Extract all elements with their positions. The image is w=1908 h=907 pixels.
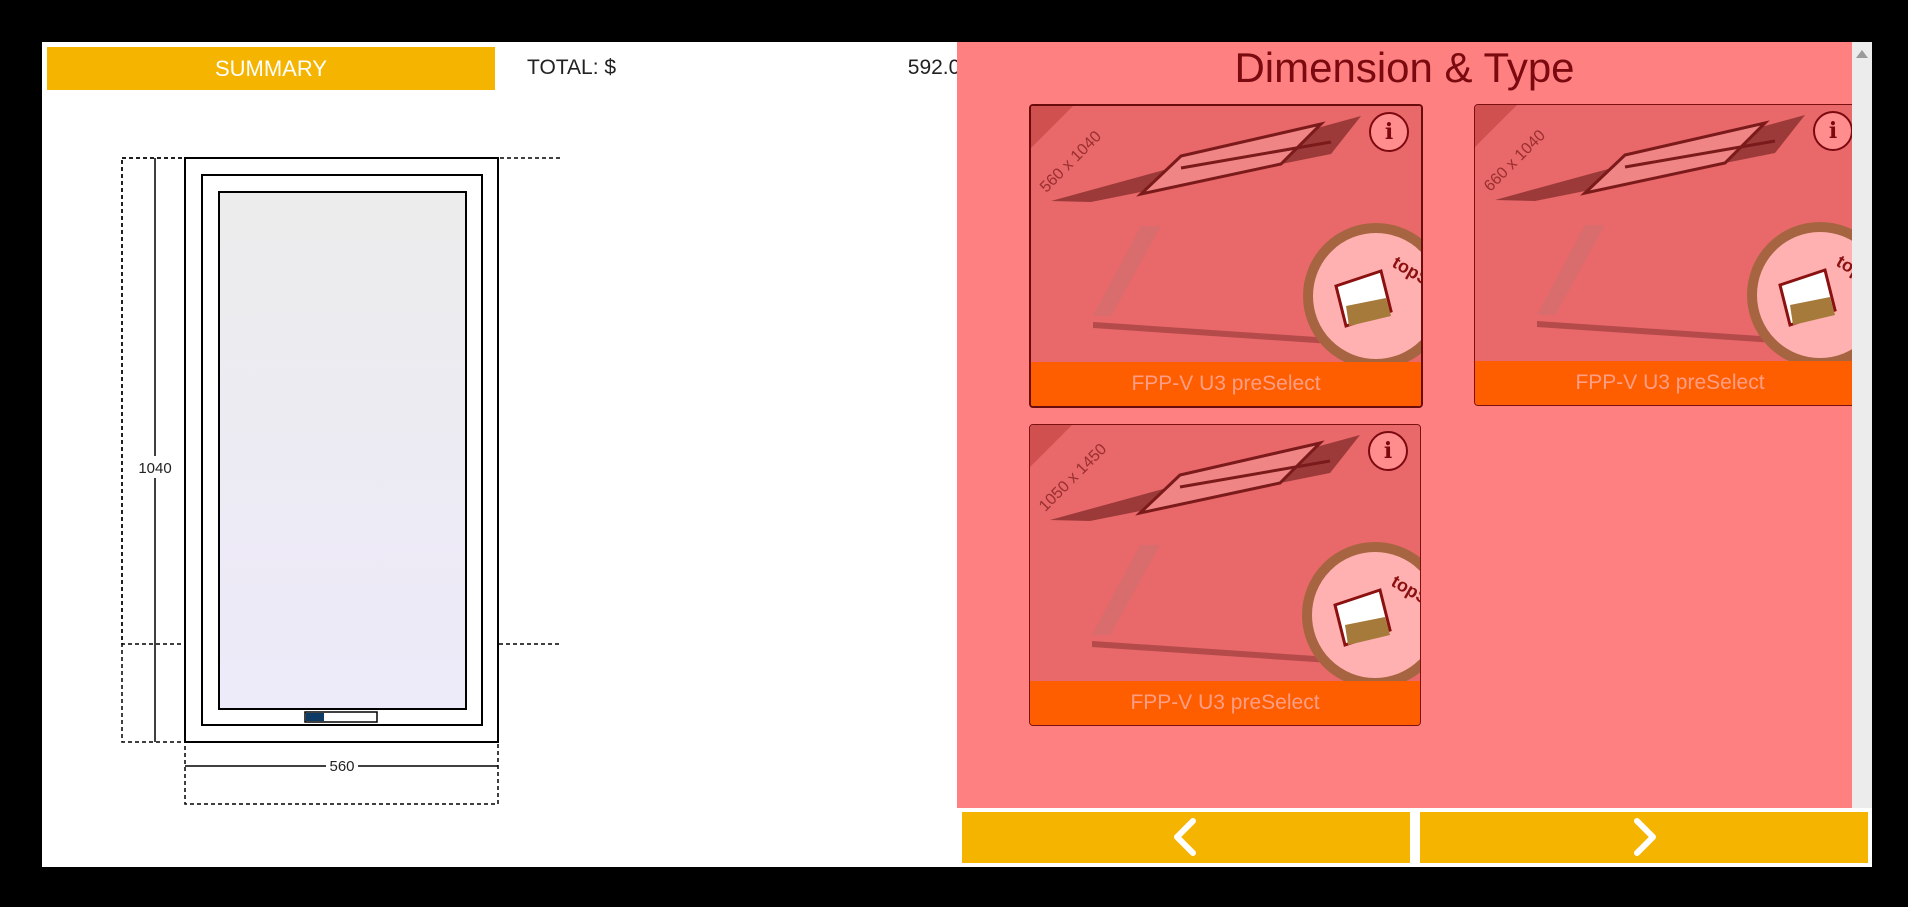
product-name: FPP-V U3 preSelect (1030, 681, 1420, 725)
product-name: FPP-V U3 preSelect (1475, 361, 1865, 405)
info-icon[interactable]: i (1369, 112, 1409, 152)
width-label: 560 (329, 758, 354, 775)
info-icon[interactable]: i (1368, 431, 1408, 471)
panel-title: Dimension & Type (1234, 44, 1575, 91)
info-icon[interactable]: i (1813, 111, 1853, 151)
product-name: FPP-V U3 preSelect (1031, 362, 1421, 406)
app-window: SUMMARY TOTAL: $ 592.00 1040 560 Dimensi… (42, 42, 1872, 867)
scroll-up-icon[interactable] (1856, 50, 1868, 58)
dimension-type-panel: Dimension & Type topSafe 560 x 1040 i FP… (957, 42, 1866, 808)
total-value: 592.00 (907, 56, 972, 79)
product-card-1050x1450[interactable]: topSafe 1050 x 1450 i FPP-V U3 preSelect (1029, 424, 1421, 726)
chevron-left-icon (1174, 818, 1196, 856)
window-drawing: 1040 560 (121, 157, 562, 805)
window-glass (218, 191, 467, 710)
product-card-660x1040[interactable]: topSafe 660 x 1040 i FPP-V U3 preSelect (1474, 104, 1866, 406)
product-card-560x1040[interactable]: topSafe 560 x 1040 i FPP-V U3 preSelect (1029, 104, 1423, 408)
next-button[interactable] (1420, 812, 1868, 863)
height-label: 1040 (138, 460, 171, 477)
chevron-right-icon (1634, 818, 1656, 856)
previous-button[interactable] (962, 812, 1410, 863)
scrollbar[interactable] (1852, 42, 1872, 808)
